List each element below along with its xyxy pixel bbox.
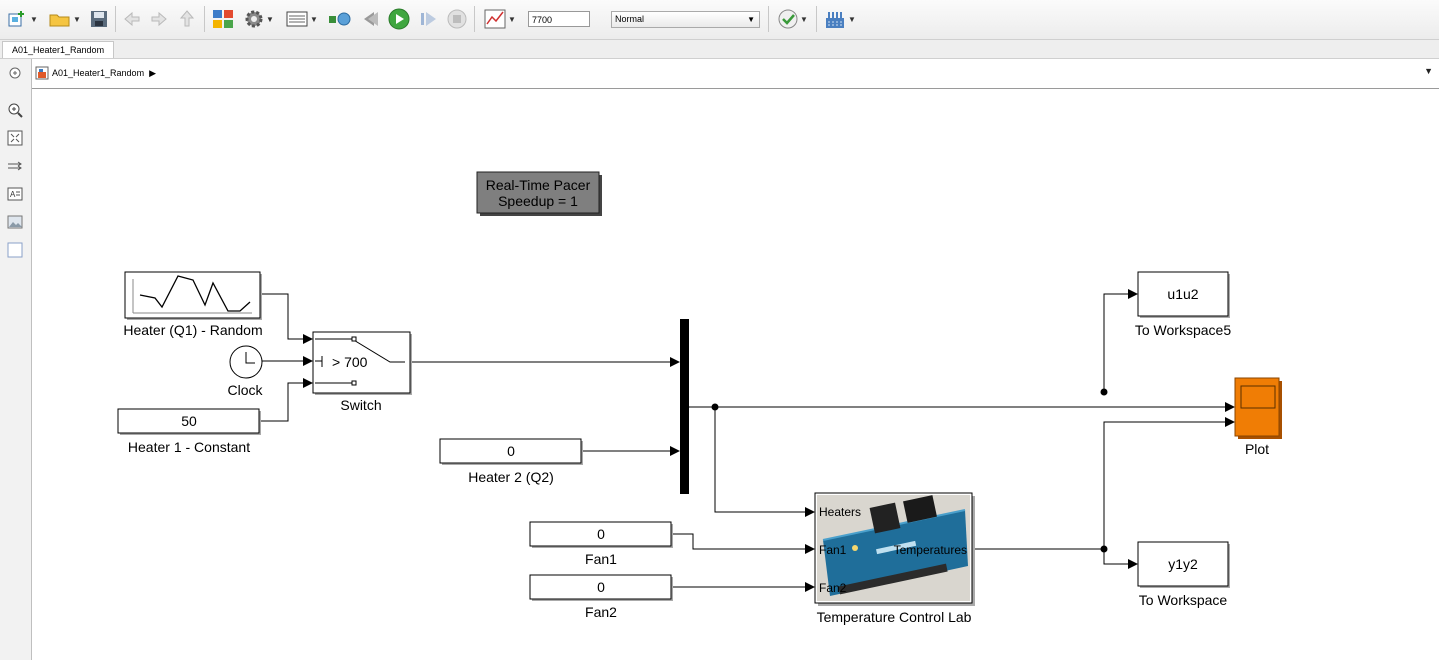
workspace5-label: To Workspace5 xyxy=(1135,322,1231,338)
signal-branch-to-tclab[interactable] xyxy=(714,407,815,517)
branch-point xyxy=(1100,545,1108,553)
pacer-speedup: Speedup = 1 xyxy=(498,193,578,209)
real-time-pacer-block[interactable]: Real-Time Pacer Speedup = 1 xyxy=(476,171,602,216)
switch-block[interactable]: > 700 xyxy=(312,331,412,395)
switch-threshold: > 700 xyxy=(332,354,368,370)
heater1-constant-block[interactable]: 50 xyxy=(117,408,261,435)
clock-block[interactable] xyxy=(229,345,263,379)
branch-point xyxy=(711,403,719,411)
fan1-constant-block[interactable]: 0 xyxy=(529,521,673,548)
tclab-label: Temperature Control Lab xyxy=(817,609,972,625)
model-diagram: Real-Time Pacer Speedup = 1 Heater (Q1) … xyxy=(117,171,1282,625)
workspace5-variable: u1u2 xyxy=(1167,286,1198,302)
tclab-port-heaters: Heaters xyxy=(819,505,861,519)
heater1-constant-value: 50 xyxy=(181,413,197,429)
tclab-port-fan2: Fan2 xyxy=(819,581,847,595)
workspace-label: To Workspace xyxy=(1139,592,1228,608)
mux-block[interactable] xyxy=(680,319,689,494)
heater2-value: 0 xyxy=(507,443,515,459)
signal-branch-to-plot[interactable] xyxy=(1103,417,1235,549)
heater2-label: Heater 2 (Q2) xyxy=(468,469,554,485)
plot-label: Plot xyxy=(1245,441,1269,457)
random-signal-block[interactable] xyxy=(124,271,262,320)
random-label: Heater (Q1) - Random xyxy=(123,322,262,338)
tclab-port-fan1: Fan1 xyxy=(819,543,847,557)
fan2-value: 0 xyxy=(597,579,605,595)
signal-branch-to-workspace[interactable] xyxy=(1103,549,1138,569)
plot-scope-block[interactable] xyxy=(1234,377,1282,439)
scope-screen-icon xyxy=(1240,385,1276,409)
switch-label: Switch xyxy=(340,397,381,413)
temperature-control-lab-block[interactable]: Heaters Fan1 Fan2 Temperatures xyxy=(814,492,975,606)
signal-branch-to-workspace5[interactable] xyxy=(1103,289,1138,392)
fan2-constant-block[interactable]: 0 xyxy=(529,574,673,601)
heater1-constant-label: Heater 1 - Constant xyxy=(128,439,250,455)
fan2-label: Fan2 xyxy=(585,604,617,620)
pacer-title: Real-Time Pacer xyxy=(486,177,591,193)
fan1-value: 0 xyxy=(597,526,605,542)
workspace-variable: y1y2 xyxy=(1168,556,1198,572)
signal-fan1-to-tclab[interactable] xyxy=(673,533,815,554)
fan1-label: Fan1 xyxy=(585,551,617,567)
to-workspace-block[interactable]: y1y2 xyxy=(1137,541,1230,588)
signal-const-to-switch[interactable] xyxy=(261,378,313,422)
branch-point xyxy=(1100,388,1108,396)
clock-label: Clock xyxy=(227,382,263,398)
to-workspace5-block[interactable]: u1u2 xyxy=(1137,271,1230,318)
signal-random-to-switch[interactable] xyxy=(261,293,313,344)
tclab-port-temperatures: Temperatures xyxy=(894,543,967,557)
heater2-constant-block[interactable]: 0 xyxy=(439,438,583,465)
